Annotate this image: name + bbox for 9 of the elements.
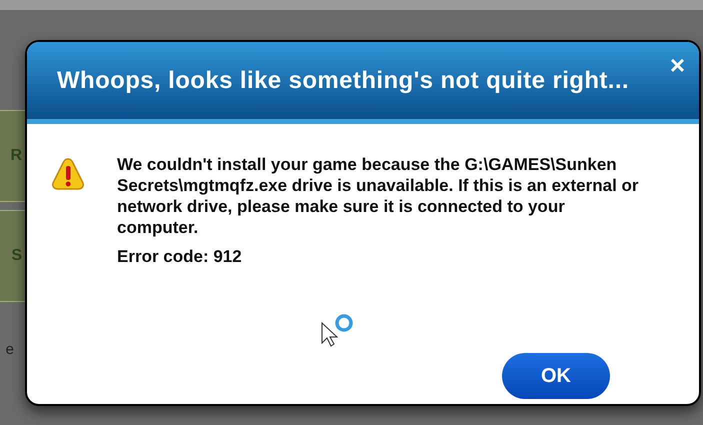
warning-icon <box>51 157 85 191</box>
dialog-title: Whoops, looks like something's not quite right... <box>57 66 629 96</box>
error-code: Error code: 912 <box>117 246 243 268</box>
text-fragment: S <box>11 246 22 266</box>
ok-button[interactable]: OK <box>502 352 610 398</box>
error-message: We couldn't install your game because the G:\GAMES\Sunken Secrets\mgtmqfz.exe drive is unavailable. If this is an external or network drive, please make sure it is connected to your computer. <box>117 154 640 238</box>
text-fragment: R <box>10 146 22 166</box>
close-button[interactable]: × <box>670 52 685 78</box>
text-fragment: e <box>6 340 14 360</box>
